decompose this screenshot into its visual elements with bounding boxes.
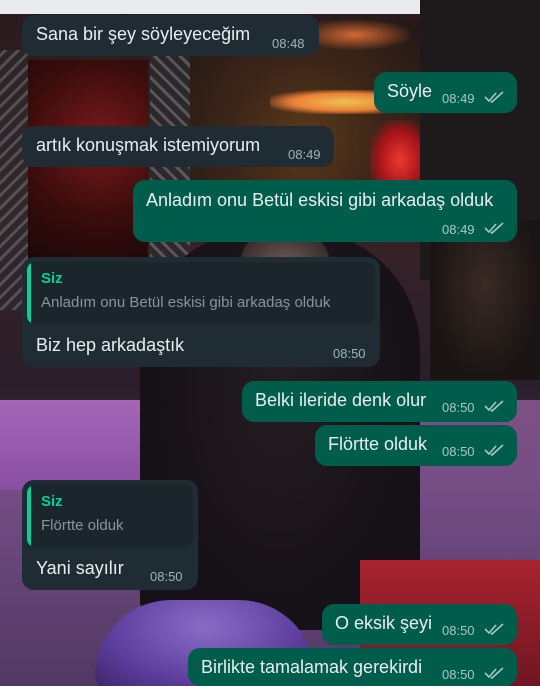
message-time: 08:50 [442, 444, 475, 459]
quote-author: Siz [41, 493, 63, 510]
message-text: Birlikte tamalamak gerekirdi [201, 657, 423, 677]
quote-accent-bar [27, 262, 31, 324]
double-check-icon [484, 222, 504, 235]
quoted-message[interactable]: Siz Flörtte olduk [27, 485, 193, 547]
quote-text: Anladım onu Betül eskisi gibi arkadaş ol… [41, 294, 331, 311]
message-incoming[interactable]: artık konuşmak istemiyorum 08:49 [22, 126, 334, 167]
message-time: 08:50 [333, 346, 366, 361]
message-text: Biz hep arkadaştık [36, 335, 185, 355]
double-check-icon [484, 667, 504, 680]
message-time: 08:49 [288, 147, 321, 162]
message-incoming-reply[interactable]: Siz Flörtte olduk Yani sayılır 08:50 [22, 480, 198, 590]
message-outgoing[interactable]: Anladım onu Betül eskisi gibi arkadaş ol… [133, 180, 517, 242]
message-time: 08:50 [442, 400, 475, 415]
message-incoming[interactable]: Sana bir şey söyleyeceğim 08:48 [22, 15, 319, 56]
double-check-icon [484, 400, 504, 413]
message-text: Anladım onu Betül eskisi gibi arkadaş ol… [146, 190, 494, 210]
message-outgoing[interactable]: Flörtte olduk 08:50 [315, 425, 517, 466]
message-time: 08:50 [442, 623, 475, 638]
quote-author: Siz [41, 270, 63, 287]
message-time: 08:50 [150, 569, 183, 584]
message-outgoing[interactable]: Belki ileride denk olur 08:50 [242, 381, 517, 422]
message-text: artık konuşmak istemiyorum [36, 135, 261, 155]
quote-accent-bar [27, 485, 31, 547]
message-incoming-reply[interactable]: Siz Anladım onu Betül eskisi gibi arkada… [22, 257, 380, 367]
message-outgoing[interactable]: Söyle 08:49 [374, 72, 517, 113]
message-time: 08:50 [442, 667, 475, 682]
message-outgoing[interactable]: O eksik şeyi 08:50 [322, 604, 517, 645]
quoted-message[interactable]: Siz Anladım onu Betül eskisi gibi arkada… [27, 262, 375, 324]
double-check-icon [484, 623, 504, 636]
message-time: 08:48 [272, 36, 305, 51]
message-text: Sana bir şey söyleyeceğim [36, 24, 251, 44]
message-time: 08:49 [442, 222, 475, 237]
message-text: Yani sayılır [36, 558, 124, 578]
quote-text: Flörtte olduk [41, 517, 124, 534]
message-text: Belki ileride denk olur [255, 390, 427, 410]
message-time: 08:49 [442, 91, 475, 106]
message-outgoing[interactable]: Birlikte tamalamak gerekirdi 08:50 [188, 648, 517, 686]
double-check-icon [484, 91, 504, 104]
double-check-icon [484, 444, 504, 457]
message-text: Flörtte olduk [328, 434, 428, 454]
message-text: Söyle [387, 81, 433, 101]
message-text: O eksik şeyi [335, 613, 433, 633]
